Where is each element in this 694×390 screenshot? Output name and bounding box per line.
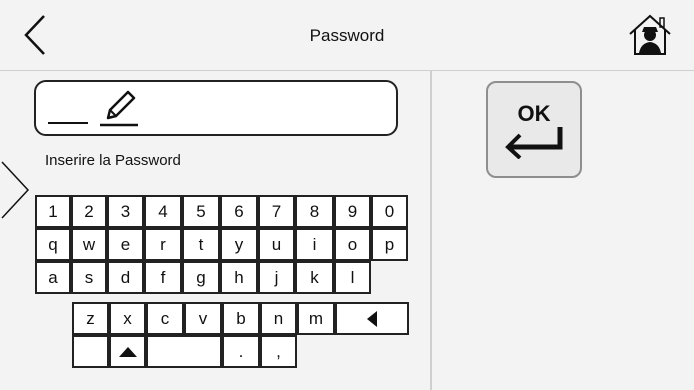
password-prompt: Inserire la Password <box>45 152 181 169</box>
key-n[interactable]: n <box>260 302 297 335</box>
key-y[interactable]: y <box>220 228 258 261</box>
page-title: Password <box>309 26 385 45</box>
space-key[interactable] <box>146 335 222 368</box>
home-user-icon <box>629 14 671 55</box>
key-2[interactable]: 2 <box>71 195 107 228</box>
key-w[interactable]: w <box>71 228 107 261</box>
key-8[interactable]: 8 <box>295 195 334 228</box>
key-c[interactable]: c <box>146 302 184 335</box>
shift-key[interactable] <box>109 335 146 368</box>
key-0[interactable]: 0 <box>371 195 408 228</box>
empty-key-left[interactable] <box>72 335 109 368</box>
key-period[interactable]: . <box>222 335 260 368</box>
key-z[interactable]: z <box>72 302 109 335</box>
ok-button[interactable]: OK <box>486 81 582 178</box>
header-bar: Password <box>0 0 694 71</box>
enter-arrow-icon <box>505 127 563 159</box>
key-comma[interactable]: , <box>260 335 297 368</box>
cursor-underline <box>48 122 88 124</box>
key-1[interactable]: 1 <box>35 195 71 228</box>
ok-label: OK <box>517 101 551 126</box>
home-button[interactable] <box>626 12 674 58</box>
key-4[interactable]: 4 <box>144 195 182 228</box>
password-field[interactable] <box>34 80 398 136</box>
key-m[interactable]: m <box>297 302 335 335</box>
backspace-key[interactable] <box>335 302 409 335</box>
key-j[interactable]: j <box>258 261 295 294</box>
key-b[interactable]: b <box>222 302 260 335</box>
key-9[interactable]: 9 <box>334 195 371 228</box>
key-f[interactable]: f <box>144 261 182 294</box>
key-6[interactable]: 6 <box>220 195 258 228</box>
key-d[interactable]: d <box>107 261 144 294</box>
key-h[interactable]: h <box>220 261 258 294</box>
key-g[interactable]: g <box>182 261 220 294</box>
triangle-up-icon <box>118 346 137 357</box>
key-7[interactable]: 7 <box>258 195 295 228</box>
key-x[interactable]: x <box>109 302 146 335</box>
key-s[interactable]: s <box>71 261 107 294</box>
key-l[interactable]: l <box>334 261 371 294</box>
key-3[interactable]: 3 <box>107 195 144 228</box>
key-r[interactable]: r <box>144 228 182 261</box>
key-t[interactable]: t <box>182 228 220 261</box>
key-e[interactable]: e <box>107 228 144 261</box>
pencil-icon[interactable] <box>96 88 140 128</box>
key-k[interactable]: k <box>295 261 334 294</box>
chevron-right-icon[interactable] <box>0 160 30 220</box>
key-a[interactable]: a <box>35 261 71 294</box>
key-v[interactable]: v <box>184 302 222 335</box>
key-q[interactable]: q <box>35 228 71 261</box>
triangle-left-icon <box>367 310 377 327</box>
key-p[interactable]: p <box>371 228 408 261</box>
key-u[interactable]: u <box>258 228 295 261</box>
key-o[interactable]: o <box>334 228 371 261</box>
key-i[interactable]: i <box>295 228 334 261</box>
key-5[interactable]: 5 <box>182 195 220 228</box>
